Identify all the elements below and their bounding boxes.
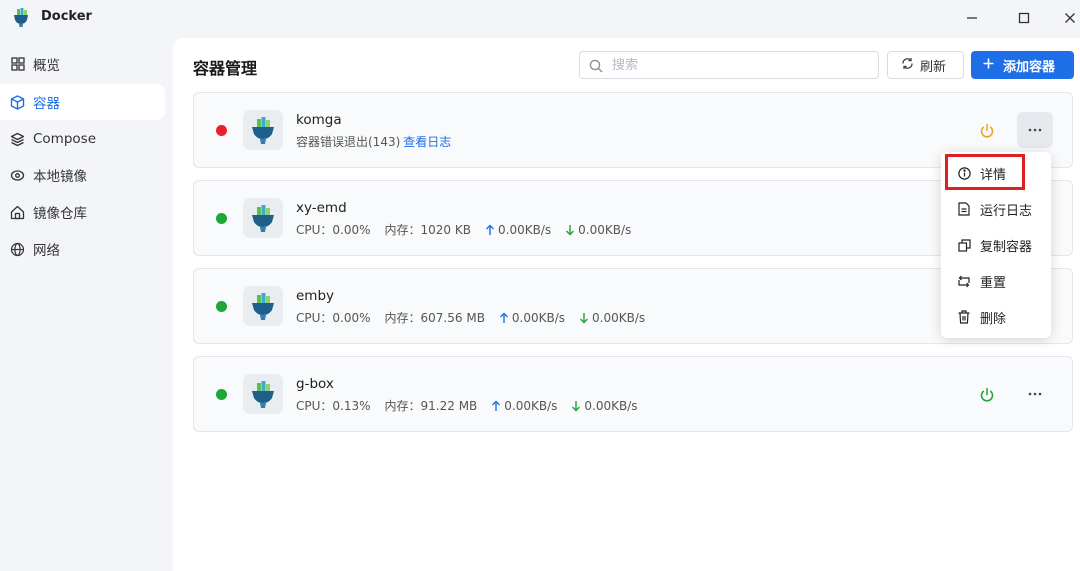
grid-icon bbox=[10, 57, 25, 72]
sidebar-item-label: 网络 bbox=[33, 243, 60, 259]
layers-icon bbox=[10, 132, 25, 147]
sidebar-item-overview[interactable]: 概览 bbox=[0, 46, 165, 82]
container-app-icon bbox=[243, 198, 283, 238]
error-text: 容器错误退出(143) bbox=[296, 135, 401, 149]
search-icon bbox=[589, 58, 603, 73]
power-button[interactable] bbox=[977, 385, 997, 405]
menu-item-label: 详情 bbox=[980, 167, 1007, 183]
sidebar-item-label: 镜像仓库 bbox=[33, 206, 87, 222]
sidebar-item-local-images[interactable]: 本地镜像 bbox=[0, 157, 165, 193]
menu-item-label: 重置 bbox=[980, 275, 1007, 291]
sidebar-item-registry[interactable]: 镜像仓库 bbox=[0, 194, 165, 230]
upload-rate: 0.00KB/s bbox=[498, 222, 552, 237]
add-container-label: 添加容器 bbox=[1003, 59, 1056, 75]
sidebar-item-label: 本地镜像 bbox=[33, 169, 87, 185]
reset-icon bbox=[957, 274, 971, 288]
view-log-link[interactable]: 查看日志 bbox=[403, 133, 451, 150]
power-button[interactable] bbox=[977, 121, 997, 141]
sidebar-item-compose[interactable]: Compose bbox=[0, 121, 165, 157]
container-name: komga bbox=[296, 112, 342, 128]
power-icon bbox=[980, 123, 994, 138]
close-window-button[interactable] bbox=[1058, 7, 1080, 29]
title-bar: Docker bbox=[0, 0, 1080, 38]
refresh-button[interactable]: 刷新 bbox=[887, 51, 964, 79]
status-dot-running bbox=[216, 213, 227, 224]
globe-icon bbox=[10, 242, 25, 257]
download-arrow-icon bbox=[579, 312, 589, 324]
container-name: emby bbox=[296, 288, 335, 304]
upload-arrow-icon bbox=[485, 224, 495, 236]
container-app-icon bbox=[243, 374, 283, 414]
ellipsis-icon bbox=[1028, 128, 1042, 132]
menu-item-reset[interactable]: 重置 bbox=[941, 263, 1051, 299]
home-icon bbox=[10, 205, 25, 220]
context-menu: 详情 运行日志 复制容器 重置 删除 bbox=[941, 152, 1051, 338]
container-name: g-box bbox=[296, 376, 334, 392]
sidebar-item-containers[interactable]: 容器 bbox=[0, 84, 165, 120]
search-input[interactable] bbox=[612, 55, 872, 75]
sidebar-item-label: 容器 bbox=[33, 96, 60, 112]
copy-icon bbox=[957, 238, 971, 252]
sidebar-item-label: 概览 bbox=[33, 58, 60, 74]
memory-usage: 内存：91.22 MB bbox=[384, 399, 478, 413]
refresh-label: 刷新 bbox=[920, 59, 947, 75]
cpu-usage: CPU：0.00% bbox=[296, 311, 371, 325]
power-icon bbox=[980, 387, 994, 402]
refresh-icon bbox=[901, 57, 914, 74]
upload-rate: 0.00KB/s bbox=[511, 310, 566, 325]
menu-item-label: 运行日志 bbox=[980, 203, 1033, 219]
memory-usage: 内存：607.56 MB bbox=[384, 311, 485, 325]
app-title: Docker bbox=[41, 9, 92, 24]
menu-item-label: 删除 bbox=[980, 311, 1007, 327]
container-stats: CPU：0.00% 内存：1020 KB 0.00KB/s 0.00KB/s bbox=[296, 221, 631, 238]
plus-icon bbox=[983, 58, 994, 73]
info-icon bbox=[957, 166, 971, 180]
maximize-button[interactable] bbox=[1012, 7, 1036, 29]
menu-item-run-log[interactable]: 运行日志 bbox=[941, 191, 1051, 227]
page-title: 容器管理 bbox=[193, 59, 258, 78]
download-rate: 0.00KB/s bbox=[584, 398, 638, 413]
container-status-line: 容器错误退出(143) 查看日志 bbox=[296, 133, 451, 150]
document-icon bbox=[957, 202, 971, 216]
status-dot-error bbox=[216, 125, 227, 136]
status-dot-running bbox=[216, 389, 227, 400]
download-rate: 0.00KB/s bbox=[578, 222, 632, 237]
sidebar-item-label: Compose bbox=[33, 131, 97, 147]
upload-arrow-icon bbox=[491, 400, 501, 412]
ellipsis-icon bbox=[1028, 392, 1042, 396]
more-button[interactable] bbox=[1017, 376, 1053, 412]
container-stats: CPU：0.13% 内存：91.22 MB 0.00KB/s 0.00KB/s bbox=[296, 397, 638, 414]
add-container-button[interactable]: 添加容器 bbox=[971, 51, 1074, 79]
menu-item-label: 复制容器 bbox=[980, 239, 1033, 255]
docker-logo-icon bbox=[10, 6, 32, 28]
trash-icon bbox=[957, 310, 971, 324]
download-rate: 0.00KB/s bbox=[592, 310, 646, 325]
container-stats: CPU：0.00% 内存：607.56 MB 0.00KB/s 0.00KB/s bbox=[296, 309, 645, 326]
upload-arrow-icon bbox=[499, 312, 509, 324]
minimize-button[interactable] bbox=[960, 7, 984, 29]
upload-rate: 0.00KB/s bbox=[504, 398, 558, 413]
more-button[interactable] bbox=[1017, 112, 1053, 148]
memory-usage: 内存：1020 KB bbox=[384, 223, 471, 237]
menu-item-details[interactable]: 详情 bbox=[941, 155, 1051, 191]
search-box[interactable] bbox=[579, 51, 879, 79]
container-name: xy-emd bbox=[296, 200, 347, 216]
menu-item-copy-container[interactable]: 复制容器 bbox=[941, 227, 1051, 263]
download-arrow-icon bbox=[565, 224, 575, 236]
container-app-icon bbox=[243, 110, 283, 150]
cpu-usage: CPU：0.13% bbox=[296, 399, 371, 413]
disk-icon bbox=[10, 168, 25, 183]
download-arrow-icon bbox=[571, 400, 581, 412]
container-app-icon bbox=[243, 286, 283, 326]
cube-icon bbox=[10, 94, 25, 110]
status-dot-running bbox=[216, 301, 227, 312]
container-card[interactable]: g-box CPU：0.13% 内存：91.22 MB 0.00KB/s 0.0… bbox=[193, 356, 1073, 432]
cpu-usage: CPU：0.00% bbox=[296, 223, 371, 237]
menu-item-delete[interactable]: 删除 bbox=[941, 299, 1051, 335]
sidebar-item-network[interactable]: 网络 bbox=[0, 231, 165, 267]
